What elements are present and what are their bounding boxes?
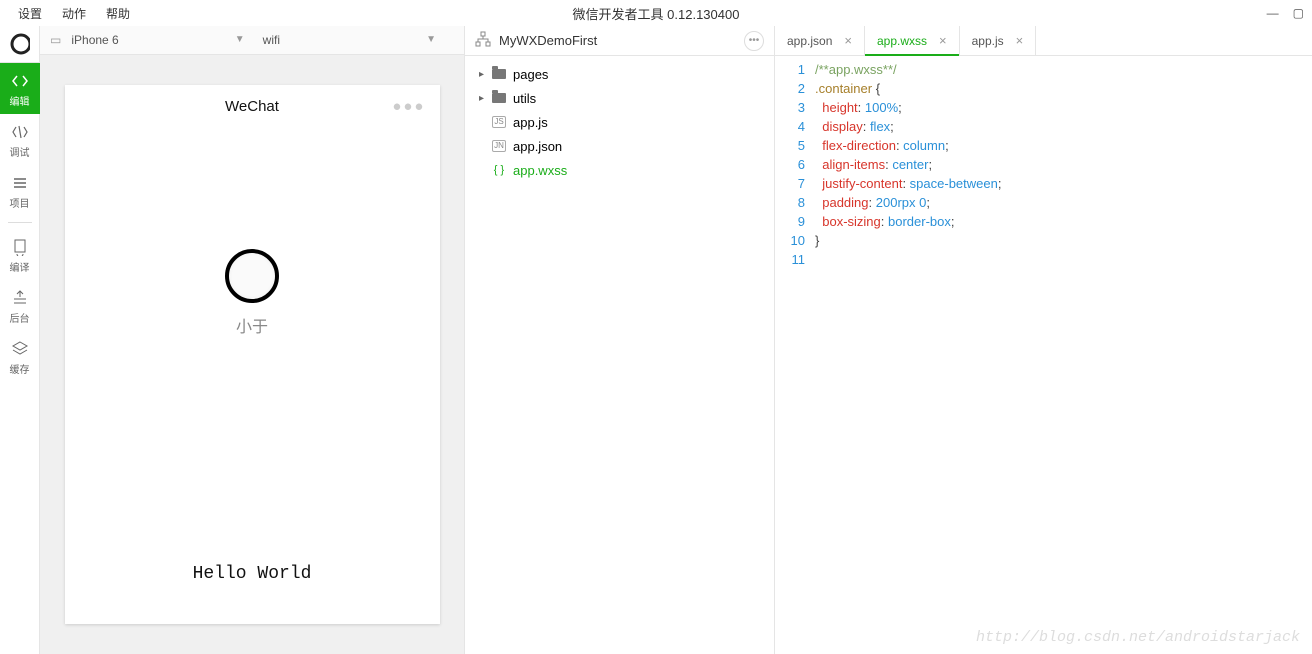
more-icon[interactable]: ●●● xyxy=(392,98,425,115)
sidebar-item-edit[interactable]: 编辑 xyxy=(0,63,40,114)
device-type-icon: ▭ xyxy=(50,33,61,47)
close-icon[interactable]: × xyxy=(939,33,947,48)
editor-panel: app.json × app.wxss × app.js × 1234567891011 … xyxy=(775,26,1312,654)
close-icon[interactable]: × xyxy=(844,33,852,48)
menu-actions[interactable]: 动作 xyxy=(52,5,96,22)
simulator-title: WeChat xyxy=(225,98,279,115)
file-row[interactable]: JN app.json xyxy=(465,134,774,158)
sidebar-item-debug[interactable]: 调试 xyxy=(0,114,40,165)
device-network-select[interactable]: wifi ▼ xyxy=(263,33,454,47)
chevron-right-icon: ▸ xyxy=(479,93,489,104)
editor-tab[interactable]: app.json × xyxy=(775,26,865,55)
tab-label: app.json xyxy=(787,34,832,48)
tab-label: app.wxss xyxy=(877,34,927,48)
simulator-frame: WeChat ●●● 小于 Hello World xyxy=(65,85,440,624)
hello-text: Hello World xyxy=(193,564,312,584)
backend-icon xyxy=(10,288,30,308)
folder-icon xyxy=(489,69,509,79)
sidebar-item-compile[interactable]: 编译 xyxy=(0,229,40,280)
close-icon[interactable]: × xyxy=(1016,33,1024,48)
editor-tabs: app.json × app.wxss × app.js × xyxy=(775,26,1312,56)
sitemap-icon xyxy=(475,31,491,50)
file-badge: JN xyxy=(492,140,506,152)
sidebar-label: 缓存 xyxy=(10,361,30,376)
sidebar-label: 项目 xyxy=(10,195,30,210)
avatar xyxy=(225,249,279,303)
sidebar-item-backend[interactable]: 后台 xyxy=(0,280,40,331)
window-title: 微信开发者工具 0.12.130400 xyxy=(573,4,740,23)
file-name: pages xyxy=(513,67,548,82)
maximize-icon[interactable]: ▢ xyxy=(1293,6,1304,20)
device-bar: ▭ iPhone 6 ▼ wifi ▼ xyxy=(40,26,464,55)
simulator-panel: ▭ iPhone 6 ▼ wifi ▼ WeChat ●●● 小于 Hello … xyxy=(40,26,465,654)
file-row[interactable]: { } app.wxss xyxy=(465,158,774,182)
code-icon xyxy=(10,71,30,91)
menu-help[interactable]: 帮助 xyxy=(96,5,140,22)
minimize-icon[interactable]: — xyxy=(1267,6,1279,20)
debug-icon xyxy=(10,122,30,142)
wxss-icon: { } xyxy=(494,164,504,176)
list-icon xyxy=(10,173,30,193)
sidebar-label: 调试 xyxy=(10,144,30,159)
chevron-down-icon: ▼ xyxy=(235,34,245,45)
gutter: 1234567891011 xyxy=(775,60,815,269)
more-button[interactable]: ••• xyxy=(744,31,764,51)
username-label: 小于 xyxy=(236,313,268,337)
file-explorer: MyWXDemoFirst ••• ▸ pages ▸ utils JS app.js JN… xyxy=(465,26,775,654)
editor-tab[interactable]: app.js × xyxy=(960,26,1037,55)
menubar: 设置 动作 帮助 微信开发者工具 0.12.130400 — ▢ xyxy=(0,0,1312,26)
sidebar-label: 编辑 xyxy=(10,93,30,108)
sidebar-label: 后台 xyxy=(10,310,30,325)
tab-label: app.js xyxy=(972,34,1004,48)
editor-tab[interactable]: app.wxss × xyxy=(865,26,960,55)
chevron-down-icon: ▼ xyxy=(426,34,436,45)
compile-icon xyxy=(10,237,30,257)
device-network-label: wifi xyxy=(263,33,280,47)
file-badge: JS xyxy=(492,116,505,128)
file-name: app.wxss xyxy=(513,163,567,178)
file-name: utils xyxy=(513,91,536,106)
sidebar-label: 编译 xyxy=(10,259,30,274)
chevron-right-icon: ▸ xyxy=(479,69,489,80)
menu-settings[interactable]: 设置 xyxy=(8,5,52,22)
sidebar-item-cache[interactable]: 缓存 xyxy=(0,331,40,382)
project-header: MyWXDemoFirst ••• xyxy=(465,26,774,56)
sidebar-item-globe[interactable] xyxy=(0,26,40,63)
code-editor[interactable]: 1234567891011 /**app.wxss**/.container {… xyxy=(775,56,1312,269)
sidebar-item-project[interactable]: 项目 xyxy=(0,165,40,216)
file-tree: ▸ pages ▸ utils JS app.js JN app.json { } app.wxs… xyxy=(465,56,774,188)
file-name: app.js xyxy=(513,115,548,130)
watermark: http://blog.csdn.net/androidstarjack xyxy=(976,629,1300,646)
sidebar: 编辑 调试 项目 编译 后台 xyxy=(0,26,40,654)
file-row[interactable]: JS app.js xyxy=(465,110,774,134)
globe-icon xyxy=(10,34,30,54)
folder-row[interactable]: ▸ utils xyxy=(465,86,774,110)
folder-row[interactable]: ▸ pages xyxy=(465,62,774,86)
simulator-titlebar: WeChat ●●● xyxy=(65,85,440,129)
code-lines: /**app.wxss**/.container { height: 100%;… xyxy=(815,60,1312,269)
device-model-label: iPhone 6 xyxy=(71,33,118,47)
divider xyxy=(8,222,32,223)
simulator-body: 小于 Hello World xyxy=(65,129,440,624)
folder-icon xyxy=(489,93,509,103)
device-model-select[interactable]: iPhone 6 ▼ xyxy=(71,33,262,47)
file-name: app.json xyxy=(513,139,562,154)
project-name: MyWXDemoFirst xyxy=(499,33,597,48)
layers-icon xyxy=(10,339,30,359)
